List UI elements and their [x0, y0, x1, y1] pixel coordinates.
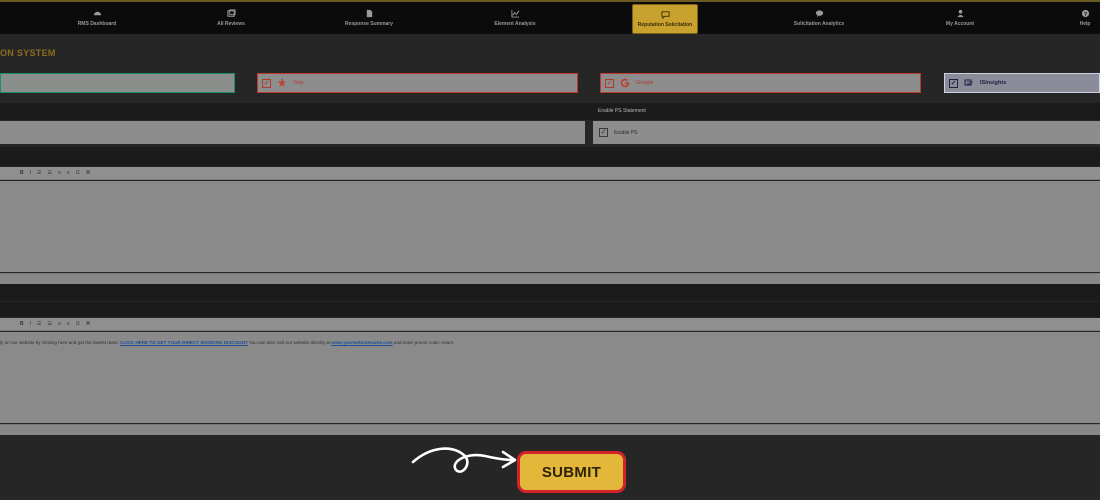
section-header-bar	[0, 103, 1100, 120]
insights-icon	[964, 79, 973, 86]
bold-button[interactable]: B	[20, 170, 24, 176]
top-navigation: RMS Dashboard All Reviews Response Summa…	[0, 0, 1100, 34]
source-button[interactable]: ⌘	[86, 321, 91, 327]
nav-accent-line	[0, 0, 1100, 2]
checkbox[interactable]: ✓	[262, 78, 271, 88]
list-button[interactable]: ☰	[37, 321, 41, 327]
nav-item-label: Reputation Solicitation	[637, 22, 693, 28]
nav-item-rms-dashboard[interactable]: RMS Dashboard	[62, 4, 132, 32]
editor2-toolbar: B I ☰ ☰ ≡ ≡ Ω ⌘	[0, 318, 1100, 331]
list-button[interactable]: ☰	[48, 170, 52, 176]
nav-item-label: Response Summary	[344, 21, 394, 27]
enable-ps-label: Enable PS	[614, 129, 638, 136]
text-field[interactable]	[0, 121, 585, 144]
speech-icon	[815, 10, 823, 18]
align-button[interactable]: ≡	[58, 170, 61, 176]
body-text: ly on our website by clicking here and g…	[0, 340, 119, 345]
nav-item-label: RMS Dashboard	[77, 21, 117, 27]
nav-item-my-account[interactable]: My Account	[925, 4, 995, 32]
nav-item-label: Help	[1079, 21, 1091, 27]
source-button[interactable]: ⌘	[86, 170, 91, 176]
checkbox[interactable]: ✓	[605, 78, 614, 88]
align-button[interactable]: ≡	[67, 170, 70, 176]
editor2-body[interactable]	[0, 332, 1100, 423]
editor1-header-bar	[0, 147, 1100, 166]
align-button[interactable]: ≡	[58, 321, 61, 327]
nav-item-solicitation-analytics[interactable]: Solicitation Analytics	[784, 4, 854, 32]
booking-discount-link[interactable]: CLICK HERE TO GET YOUR DIRECT BOOKING DI…	[120, 340, 248, 345]
italic-button[interactable]: I	[30, 321, 31, 327]
list-button[interactable]: ☰	[48, 321, 52, 327]
platform-option-yelp[interactable]: ✓ Yelp	[257, 73, 578, 93]
align-button[interactable]: ≡	[67, 321, 70, 327]
enable-ps-checkbox[interactable]: ✓	[599, 128, 608, 137]
nav-item-label: All Reviews	[217, 21, 245, 27]
editor1-body[interactable]	[0, 181, 1100, 272]
svg-text:?: ?	[1083, 12, 1086, 18]
special-char-button[interactable]: Ω	[76, 170, 80, 176]
enable-ps-row: ✓ Enable PS	[593, 121, 1100, 144]
reviews-icon	[226, 9, 236, 17]
help-icon: ?	[1081, 9, 1089, 18]
ps-section-label: Enable PS Statement	[598, 108, 646, 114]
nav-item-all-reviews[interactable]: All Reviews	[196, 4, 266, 32]
page-title: ON SYSTEM	[0, 48, 56, 58]
nav-item-response-summary[interactable]: Response Summary	[334, 4, 404, 32]
google-icon	[620, 78, 630, 88]
editor1-statusbar	[0, 273, 1100, 284]
italic-button[interactable]: I	[30, 170, 31, 176]
gauge-icon	[93, 11, 101, 16]
editor2-statusbar	[0, 424, 1100, 435]
platform-option-unlabeled[interactable]	[0, 73, 235, 93]
body-text: and enter promo code: return	[393, 340, 454, 345]
list-button[interactable]: ☰	[37, 170, 41, 176]
chat-icon	[660, 11, 670, 19]
body-text: You can also visit our website directly …	[248, 340, 330, 345]
yelp-icon	[278, 79, 286, 87]
platform-label: Yelp	[293, 80, 304, 86]
user-icon	[956, 9, 964, 18]
nav-item-label: Element Analysis	[494, 21, 536, 27]
website-link[interactable]: www.yourwebsitename.com	[331, 340, 392, 345]
document-icon	[366, 9, 372, 18]
nav-item-help[interactable]: ? Help	[1070, 4, 1100, 32]
checkbox[interactable]: ✓	[949, 78, 958, 88]
editor2-content: ly on our website by clicking here and g…	[0, 340, 453, 345]
arrow-icon	[411, 447, 517, 473]
chart-icon	[510, 9, 519, 18]
nav-item-reputation-solicitation[interactable]: Reputation Solicitation	[632, 4, 698, 34]
bold-button[interactable]: B	[20, 321, 24, 327]
platform-option-isinsights[interactable]: ✓ ISInsights	[944, 73, 1100, 93]
platform-label: Google	[636, 80, 654, 86]
section-header-bar	[0, 284, 1100, 301]
special-char-button[interactable]: Ω	[76, 321, 80, 327]
editor2-header-bar	[0, 302, 1100, 317]
nav-item-element-analysis[interactable]: Element Analysis	[480, 4, 550, 32]
platform-label: ISInsights	[980, 80, 1007, 86]
platform-option-google[interactable]: ✓ Google	[600, 73, 921, 93]
nav-item-label: Solicitation Analytics	[793, 21, 845, 27]
editor1-toolbar: B I ☰ ☰ ≡ ≡ Ω ⌘	[0, 167, 1100, 180]
nav-item-label: My Account	[945, 21, 975, 27]
submit-button[interactable]: SUBMIT	[517, 451, 626, 493]
